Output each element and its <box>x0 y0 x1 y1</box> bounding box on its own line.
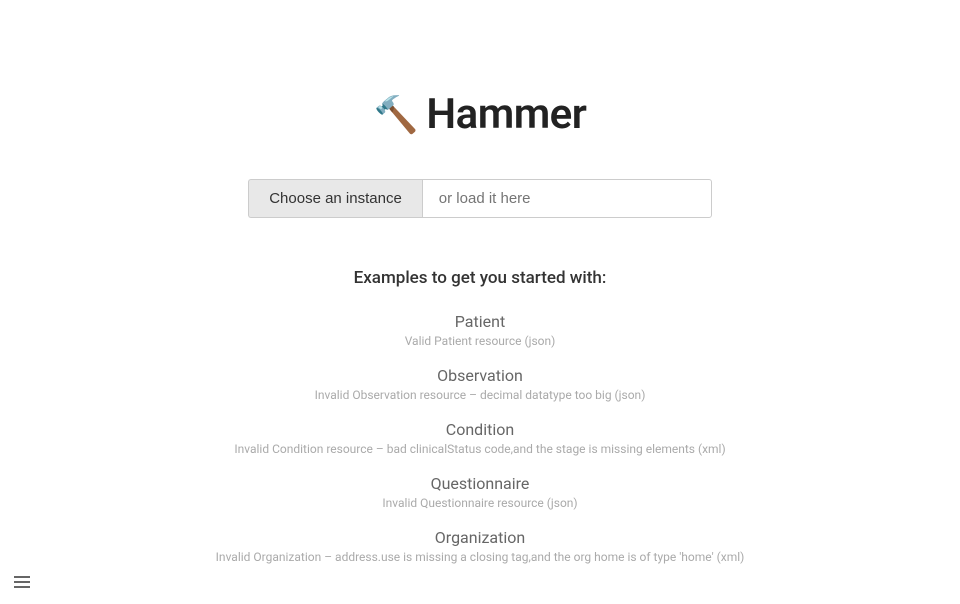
example-observation[interactable]: Observation Invalid Observation resource… <box>315 366 646 402</box>
example-condition-desc: Invalid Condition resource – bad clinica… <box>234 442 725 456</box>
example-condition[interactable]: Condition Invalid Condition resource – b… <box>234 420 725 456</box>
example-organization-desc: Invalid Organization – address.use is mi… <box>216 550 745 564</box>
example-organization[interactable]: Organization Invalid Organization – addr… <box>216 528 745 564</box>
hammer-icon: 🔨 <box>374 94 419 136</box>
app-title: Hammer <box>426 90 586 139</box>
main-content: 🔨 Hammer Choose an instance Examples to … <box>0 0 960 582</box>
example-questionnaire[interactable]: Questionnaire Invalid Questionnaire reso… <box>382 474 577 510</box>
example-questionnaire-name: Questionnaire <box>431 474 530 493</box>
menu-line-1 <box>14 576 30 578</box>
example-patient[interactable]: Patient Valid Patient resource (json) <box>405 312 556 348</box>
load-input[interactable] <box>422 179 712 218</box>
menu-line-2 <box>14 581 30 583</box>
example-organization-name: Organization <box>435 528 525 547</box>
menu-button[interactable] <box>10 572 34 592</box>
menu-line-3 <box>14 586 30 588</box>
example-questionnaire-desc: Invalid Questionnaire resource (json) <box>382 496 577 510</box>
examples-section: Examples to get you started with: Patien… <box>0 268 960 582</box>
input-row: Choose an instance <box>248 179 712 218</box>
example-observation-name: Observation <box>437 366 523 385</box>
examples-title: Examples to get you started with: <box>354 268 607 288</box>
example-patient-name: Patient <box>455 312 505 331</box>
choose-instance-button[interactable]: Choose an instance <box>248 179 422 218</box>
title-row: 🔨 Hammer <box>374 90 587 139</box>
example-patient-desc: Valid Patient resource (json) <box>405 334 556 348</box>
example-condition-name: Condition <box>446 420 514 439</box>
example-observation-desc: Invalid Observation resource – decimal d… <box>315 388 646 402</box>
